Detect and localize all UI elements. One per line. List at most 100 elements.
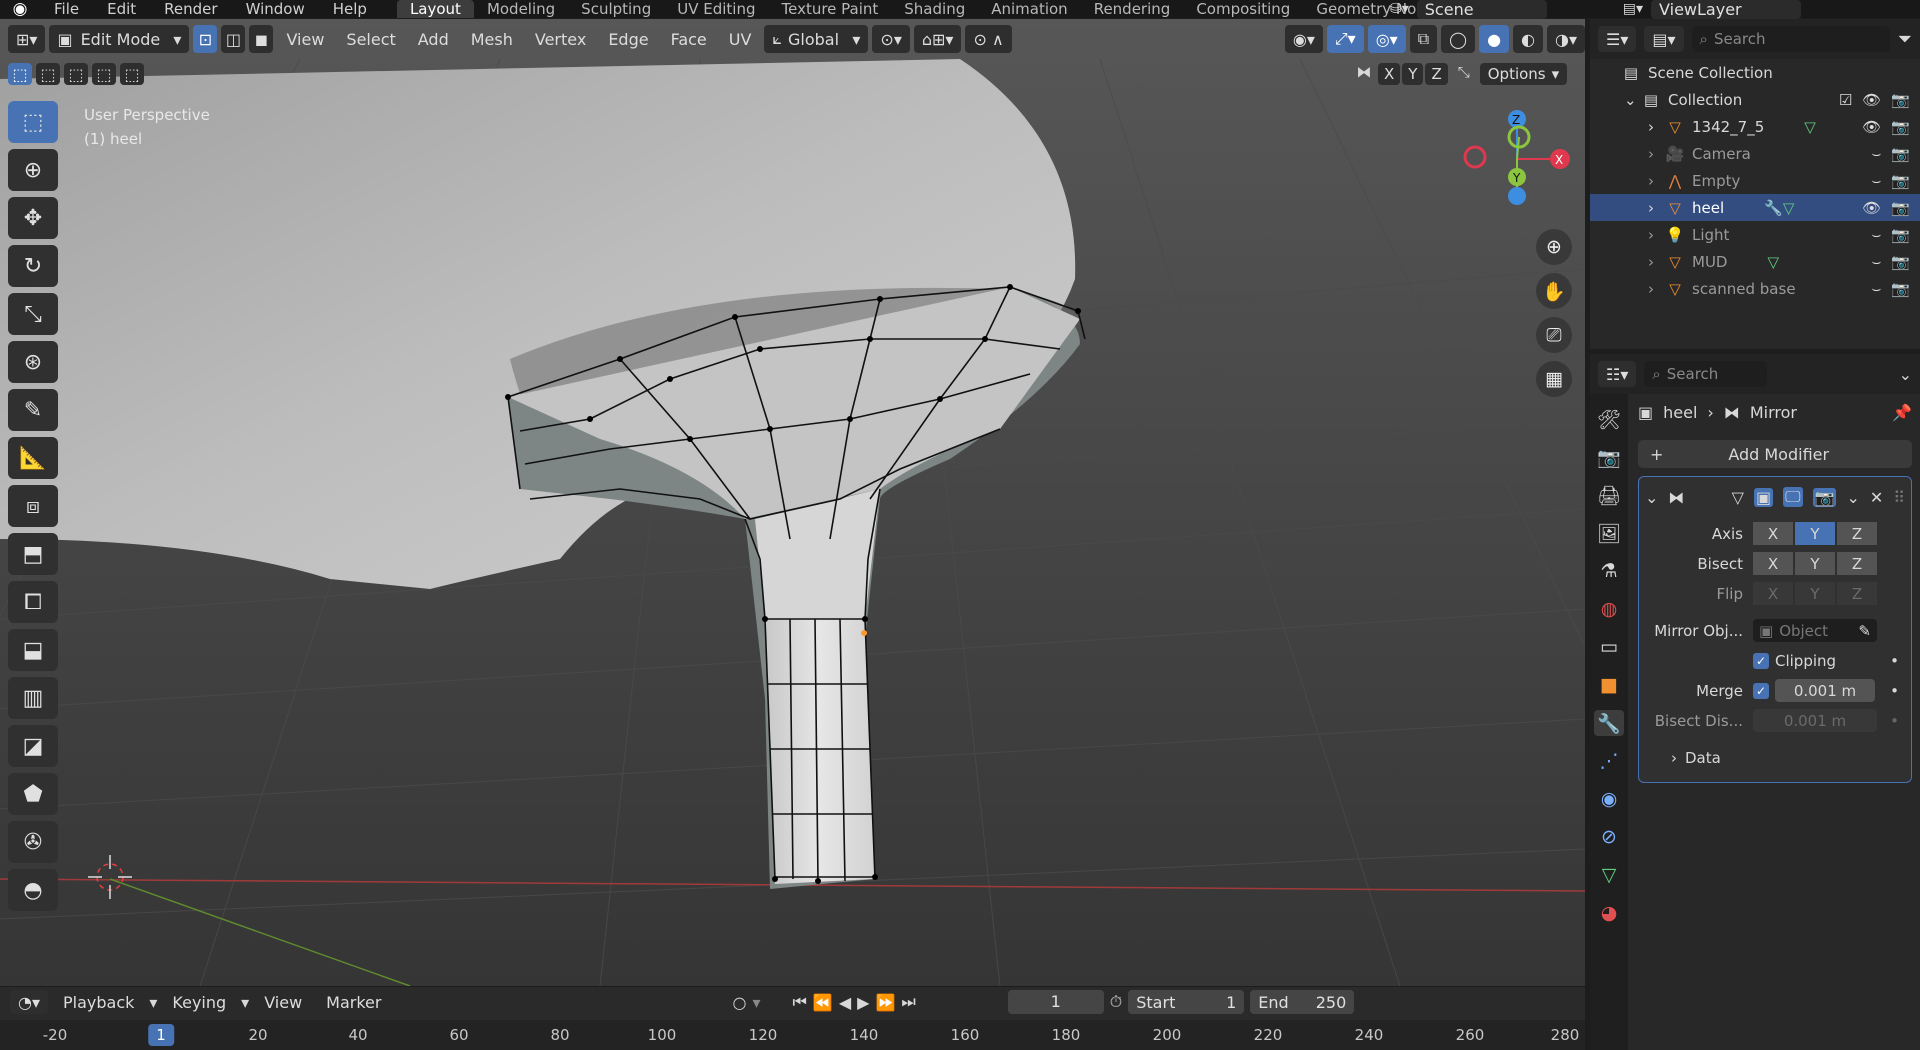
pin-icon[interactable]: 📌: [1892, 403, 1912, 422]
move-tool-icon[interactable]: ✥: [8, 197, 58, 239]
camera-icon[interactable]: 📷: [1891, 199, 1910, 217]
view-layer-tab-icon[interactable]: 🖼: [1594, 520, 1624, 546]
auto-keying-icon[interactable]: ○: [732, 993, 746, 1012]
transform-orientation-selector[interactable]: ⟀ Global ▾: [764, 25, 869, 53]
checkbox-icon[interactable]: ☑: [1839, 91, 1852, 109]
close-icon[interactable]: ✕: [1870, 488, 1883, 507]
viewport-scene[interactable]: Z X Y: [0, 19, 1585, 986]
workspace-tab-uv-editing[interactable]: UV Editing: [664, 0, 768, 18]
transform-tool-icon[interactable]: ⊛: [8, 341, 58, 383]
show-in-edit-mode-icon[interactable]: ▣: [1753, 487, 1774, 507]
camera-icon[interactable]: 📷: [1891, 253, 1910, 271]
chevron-right-icon[interactable]: ›: [1648, 172, 1664, 190]
data-subpanel-header[interactable]: › Data: [1645, 743, 1905, 772]
select-extend-button[interactable]: ⬚: [36, 63, 60, 85]
chevron-down-icon[interactable]: ⌄: [1846, 488, 1859, 507]
frame-ruler[interactable]: -20 1 20 40 60 80 100 120 140 160 180 20…: [0, 1020, 1585, 1050]
mode-selector[interactable]: ▣ Edit Mode ▾: [49, 25, 190, 53]
auto-merge-icon[interactable]: ⤡: [1450, 63, 1478, 85]
annotate-tool-icon[interactable]: ✎: [8, 389, 58, 431]
options-dropdown[interactable]: Options ▾: [1479, 63, 1568, 85]
chevron-right-icon[interactable]: ›: [1648, 280, 1664, 298]
axis-x-toggle[interactable]: X: [1753, 522, 1793, 545]
keyframe-dot-icon[interactable]: •: [1890, 712, 1899, 730]
shading-rendered-button[interactable]: ◑▾: [1547, 25, 1585, 53]
merge-distance-field[interactable]: 0.001 m: [1775, 679, 1875, 702]
view-layer-field[interactable]: ViewLayer: [1651, 0, 1802, 19]
bisect-distance-field[interactable]: 0.001 m: [1753, 709, 1877, 732]
scene-tab-icon[interactable]: ⚗: [1594, 558, 1624, 584]
collection-tab-icon[interactable]: ▭: [1594, 634, 1624, 660]
outliner-item-camera[interactable]: › 🎥 Camera ⌣ 📷: [1590, 140, 1920, 167]
camera-icon[interactable]: 📷: [1891, 118, 1910, 136]
menu-view[interactable]: View: [255, 993, 311, 1012]
eye-closed-icon[interactable]: ⌣: [1871, 145, 1881, 163]
chevron-right-icon[interactable]: ›: [1648, 118, 1664, 136]
workspace-tab-sculpting[interactable]: Sculpting: [568, 0, 664, 18]
extrude-tool-icon[interactable]: ⬒: [8, 533, 58, 575]
workspace-tab-modeling[interactable]: Modeling: [474, 0, 568, 18]
camera-icon[interactable]: 📷: [1891, 280, 1910, 298]
chevron-right-icon[interactable]: ›: [1648, 145, 1664, 163]
current-frame-indicator[interactable]: 1: [148, 1024, 174, 1046]
select-subtract-button[interactable]: ⬚: [64, 63, 88, 85]
workspace-tab-animation[interactable]: Animation: [978, 0, 1080, 18]
physics-tab-icon[interactable]: ◉: [1594, 786, 1624, 812]
menu-select[interactable]: Select: [337, 30, 404, 49]
chevron-down-icon[interactable]: ⌄: [1899, 365, 1912, 384]
flip-y-toggle[interactable]: Y: [1795, 582, 1835, 605]
eye-closed-icon[interactable]: ⌣: [1871, 172, 1881, 190]
add-modifier-button[interactable]: + Add Modifier: [1638, 440, 1912, 468]
bisect-y-toggle[interactable]: Y: [1795, 552, 1835, 575]
timeline-editor-type-button[interactable]: ◔▾: [10, 990, 48, 1014]
menu-keying[interactable]: Keying: [163, 993, 235, 1012]
camera-view-icon[interactable]: ⎚: [1536, 317, 1572, 353]
mirror-y-toggle[interactable]: Y: [1402, 63, 1424, 85]
editor-type-button[interactable]: ⊞▾: [8, 25, 46, 53]
menu-window[interactable]: Window: [232, 0, 319, 18]
workspace-tab-layout[interactable]: Layout: [396, 0, 474, 18]
workspace-tab-rendering[interactable]: Rendering: [1081, 0, 1184, 18]
overlay-toggle-button[interactable]: ◎▾: [1367, 25, 1406, 53]
smooth-tool-icon[interactable]: ◓: [8, 869, 58, 911]
menu-vertex[interactable]: Vertex: [526, 30, 595, 49]
camera-icon[interactable]: 📷: [1891, 91, 1910, 109]
xray-toggle-button[interactable]: ⧉: [1409, 25, 1438, 53]
proportional-editing-button[interactable]: ⊙ ∧: [965, 25, 1012, 53]
select-new-button[interactable]: ⬚: [8, 63, 32, 85]
jump-start-icon[interactable]: ⏮: [792, 992, 806, 1012]
eye-icon[interactable]: 👁: [1862, 118, 1881, 136]
measure-tool-icon[interactable]: 📐: [8, 437, 58, 479]
merge-checkbox[interactable]: ✓: [1753, 682, 1769, 699]
current-frame-field[interactable]: 1: [1007, 990, 1104, 1014]
play-reverse-icon[interactable]: ◀: [839, 993, 851, 1012]
constraints-tab-icon[interactable]: ⊘: [1594, 824, 1624, 850]
flip-x-toggle[interactable]: X: [1753, 582, 1793, 605]
chevron-down-icon[interactable]: ⌄: [1645, 488, 1658, 507]
output-tab-icon[interactable]: 🖨: [1594, 482, 1624, 508]
eyedropper-icon[interactable]: ✎: [1858, 622, 1871, 640]
loop-cut-tool-icon[interactable]: ▥: [8, 677, 58, 719]
scale-tool-icon[interactable]: ⤡: [8, 293, 58, 335]
modifier-tab-icon[interactable]: 🔧: [1594, 710, 1624, 736]
clipping-checkbox[interactable]: ✓: [1753, 652, 1769, 669]
outliner-editor-type-button[interactable]: ☰▾: [1598, 26, 1637, 52]
data-tab-icon[interactable]: ▽: [1594, 862, 1624, 888]
shading-wireframe-button[interactable]: ◯: [1441, 25, 1476, 53]
prev-keyframe-icon[interactable]: ⏪: [813, 993, 833, 1012]
zoom-icon[interactable]: ⊕: [1536, 229, 1572, 265]
eye-closed-icon[interactable]: ⌣: [1871, 253, 1881, 271]
outliner-item-light[interactable]: › 💡 Light ⌣ 📷: [1590, 221, 1920, 248]
particles-tab-icon[interactable]: ⋰: [1594, 748, 1624, 774]
menu-add[interactable]: Add: [409, 30, 458, 49]
gizmo-toggle-button[interactable]: ⤢▾: [1326, 25, 1364, 53]
mirror-x-toggle[interactable]: X: [1378, 63, 1401, 85]
view-layer-icon[interactable]: ▤▾: [1623, 1, 1643, 17]
shading-solid-button[interactable]: ●: [1479, 25, 1510, 53]
camera-icon[interactable]: 📷: [1891, 145, 1910, 163]
face-select-button[interactable]: ◼: [249, 25, 274, 53]
add-cube-tool-icon[interactable]: ⧈: [8, 485, 58, 527]
chevron-right-icon[interactable]: ›: [1648, 253, 1664, 271]
poly-build-tool-icon[interactable]: ⬟: [8, 773, 58, 815]
select-invert-button[interactable]: ⬚: [92, 63, 116, 85]
